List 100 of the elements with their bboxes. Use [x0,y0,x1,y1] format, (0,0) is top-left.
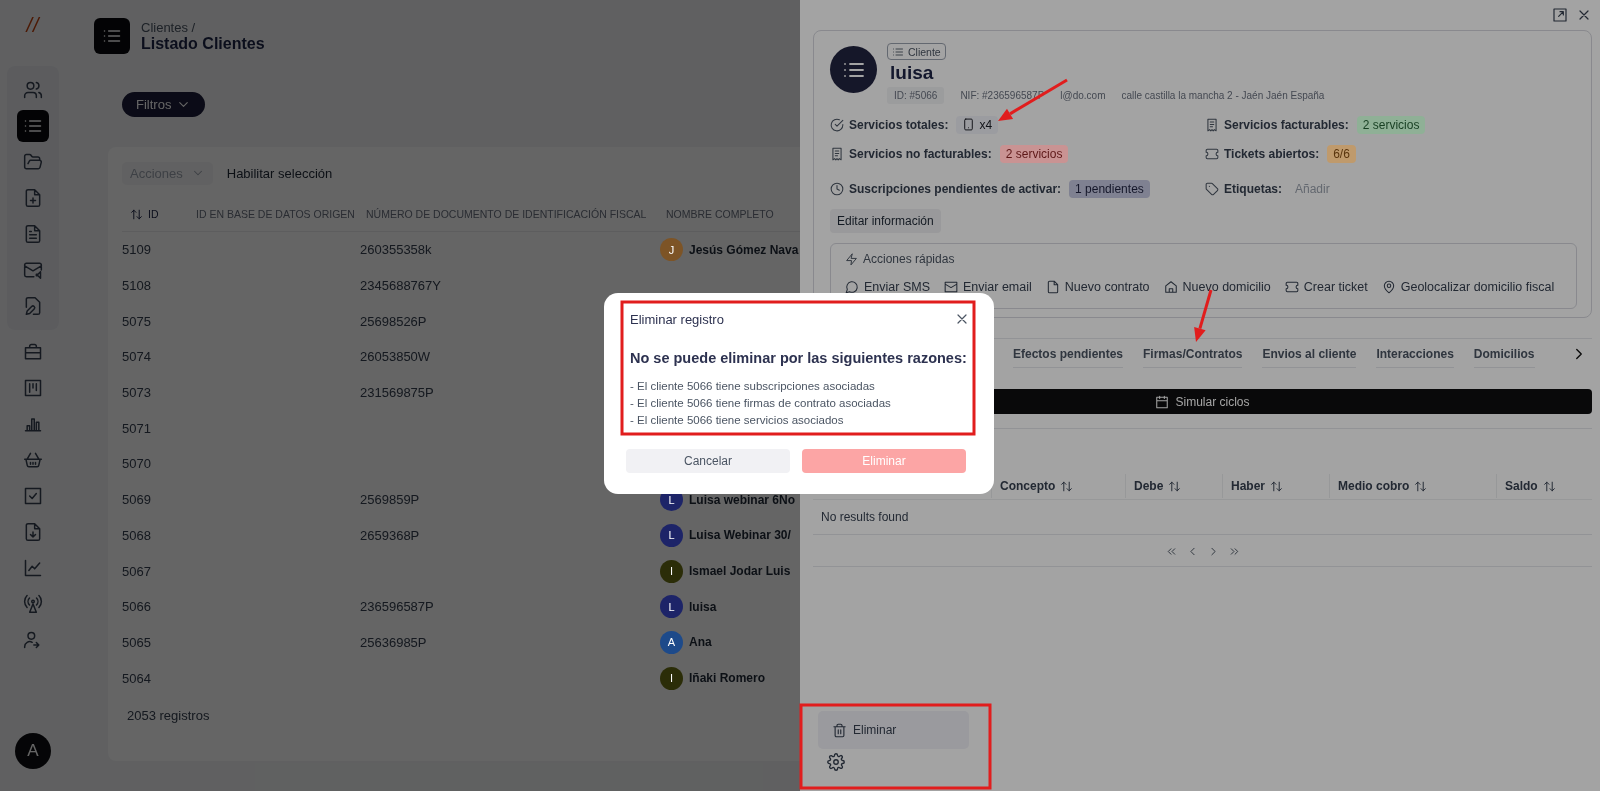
table-cell: 236596587P [360,599,434,615]
avatar: L [660,523,683,547]
sort-icon [1542,479,1556,493]
user-avatar[interactable]: A [15,733,51,769]
dialog-heading: No se puede eliminar por las siguientes razones: [630,350,968,366]
mail-icon [944,280,958,294]
quick-action-button[interactable]: Geolocalizar domicilio fiscal [1381,280,1555,294]
quick-actions-title: Acciones rápidas [863,252,955,266]
filters-button[interactable]: Filtros [122,92,206,117]
download-document-icon [23,522,43,542]
stat-label: Etiquetas: [1224,181,1282,196]
table-cell: luisa [689,599,717,614]
stat-label: Servicios no facturables: [849,146,992,161]
antenna-icon [23,594,43,614]
stat-label: Tickets abiertos: [1224,146,1320,161]
column-header[interactable]: Medio cobro [1338,479,1410,493]
clock-icon [830,181,844,196]
briefcase-icon [23,342,43,362]
cancel-button[interactable]: Cancelar [626,449,790,473]
tab[interactable]: Efectos pendientes [1013,340,1124,368]
column-header[interactable]: Concepto [1000,479,1056,493]
stat-badge: 2 servicios [999,144,1069,163]
tab[interactable]: Domicilios [1473,340,1535,368]
avatar: A [660,630,683,654]
file-plus-icon [23,188,43,208]
quick-action-button[interactable]: Enviar email [944,280,1032,294]
column-header[interactable]: Debe [1134,479,1164,493]
table-cell: 5067 [122,563,151,579]
sort-icon [1168,479,1182,493]
edit-info-button[interactable]: Editar información [830,209,941,233]
trash-icon [832,722,847,738]
enable-selection-button[interactable]: Habilitar selección [226,165,333,181]
table-cell: 5109 [122,242,151,258]
id-chip: ID: #5066 [887,87,945,104]
sidebar-item[interactable] [17,110,49,142]
table-cell: 26053850W [360,349,431,365]
board-icon [23,378,43,398]
quick-action-button[interactable]: Enviar SMS [845,280,930,294]
avatar: I [660,666,683,690]
quick-action-button[interactable]: Crear ticket [1284,280,1368,294]
quick-action-button[interactable]: Nuevo domicilio [1163,280,1271,294]
avatar: I [660,559,683,583]
email: l@do.com [1060,90,1106,101]
table-cell: 2345688767Y [360,278,441,294]
settings-button[interactable] [827,753,845,771]
tab[interactable]: Firmas/Contratos [1143,340,1243,368]
receipt-icon [1205,117,1219,132]
delete-menu-item[interactable]: Eliminar [818,711,969,749]
calendar-icon [1155,394,1170,409]
table-cell: 5073 [122,385,151,401]
map-pin-icon [1381,280,1396,294]
breadcrumb[interactable]: Clientes / [141,19,265,35]
receipt-icon [830,146,844,161]
sort-icon [1270,479,1283,493]
column-header[interactable]: Saldo [1505,479,1538,493]
avatar: L [660,595,683,619]
document-icon [23,224,43,244]
empty-message: No results found [813,499,1592,535]
table-cell: 5108 [122,278,151,294]
table-cell: 2659368P [360,527,420,543]
address: calle castilla la mancha 2 - Jaén Jaén España [1121,90,1325,101]
stat-badge: x4 [956,115,999,134]
list-icon [892,45,904,58]
stat-badge: 6/6 [1327,144,1356,163]
stat-badge: 1 pendientes [1069,179,1150,198]
column-header[interactable]: Haber [1231,479,1265,493]
lightning-icon [845,252,858,266]
table-cell: 260355358k [360,242,432,258]
folder-icon [23,152,43,172]
table-cell: Jesús Gómez Nava [689,242,799,257]
table-cell: 5066 [122,599,151,615]
quick-action-button[interactable]: Nuevo contrato [1045,280,1150,294]
column-header[interactable]: NÚMERO DE DOCUMENTO DE IDENTIFICACIÓN FISCAL [366,208,647,220]
stat-badge: 2 servicios [1356,115,1426,134]
page-title: Listado Clientes [141,34,265,53]
tab[interactable]: Interacciones [1376,340,1454,368]
ticket-icon [1284,280,1299,294]
phone-icon [962,118,976,131]
table-cell: 231569875P [360,385,434,401]
users-icon [23,80,43,100]
table-cell: 2569859P [360,492,420,508]
table-cell: 25636985P [360,634,427,650]
annotation-arrow [1194,289,1213,342]
tab[interactable]: Envios al cliente [1262,340,1357,368]
column-header[interactable]: ID [148,208,159,220]
ticket-icon [1205,146,1219,161]
dialog-title: Eliminar registro [630,311,724,327]
client-tag: Cliente [887,43,946,60]
edit-document-icon [23,296,43,316]
table-cell: 25698526P [360,313,427,329]
sort-icon [1414,479,1428,493]
table-cell: 5069 [122,492,151,508]
table-cell: Ana [689,635,712,650]
column-header[interactable]: NOMBRE COMPLETO [666,208,774,220]
stat-label: Suscripciones pendientes de activar: [849,181,1062,196]
table-cell: 5070 [122,456,151,472]
table-cell: 5068 [122,527,151,543]
tag-icon [1205,181,1219,196]
table-cell: 5071 [122,420,151,436]
expand-button[interactable] [1552,7,1568,23]
